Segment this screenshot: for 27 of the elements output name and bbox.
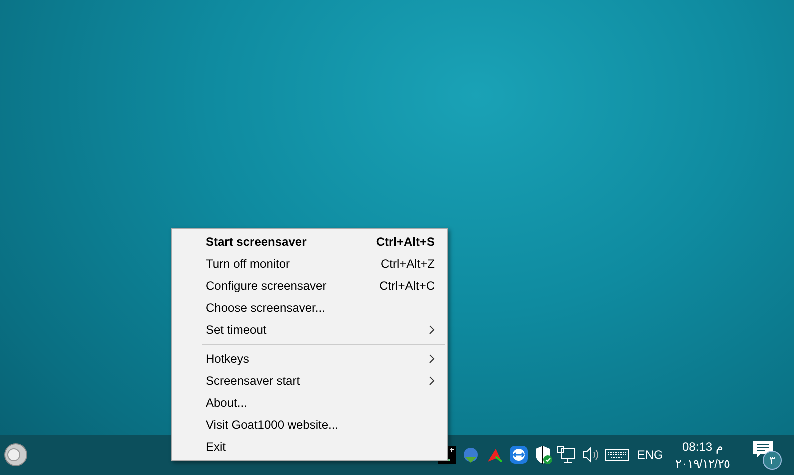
menu-item[interactable]: Hotkeys xyxy=(172,348,447,370)
menu-item[interactable]: Visit Goat1000 website... xyxy=(172,414,447,436)
menu-item-label: Hotkeys xyxy=(206,352,250,366)
shortcut-label: Ctrl+Alt+C xyxy=(380,279,435,293)
menu-item-label: Exit xyxy=(206,440,228,454)
menu-item[interactable]: Turn off monitor Ctrl+Alt+Z xyxy=(172,253,447,275)
menu-item-label: Set timeout xyxy=(206,323,268,337)
menu-item-label: Screensaver start xyxy=(206,374,302,388)
shortcut-label: Ctrl+Alt+Z xyxy=(380,257,435,271)
menu-item-label: Turn off monitor xyxy=(206,257,292,271)
menu-item-label: Configure screensaver xyxy=(206,279,328,293)
menu-item[interactable]: Set timeout xyxy=(172,319,447,341)
notification-count: ٣ xyxy=(763,451,782,470)
language-indicator[interactable]: ENG xyxy=(633,448,668,462)
menu-item[interactable]: Choose screensaver... xyxy=(172,297,447,319)
menu-item[interactable]: Exit xyxy=(172,436,447,458)
clock-time[interactable]: 08:13 م xyxy=(682,440,723,454)
menu-item[interactable]: About... xyxy=(172,392,447,414)
menu-item-label: About... xyxy=(206,396,248,410)
menu-item-label: Visit Goat1000 website... xyxy=(206,418,340,432)
shortcut-label: Ctrl+Alt+S xyxy=(376,235,435,249)
menu-item[interactable]: Screensaver start xyxy=(172,370,447,392)
menu-item[interactable]: Configure screensaver Ctrl+Alt+C xyxy=(172,275,447,297)
clock-date[interactable]: ٢٠١٩/١٢/٢٥ xyxy=(675,456,730,470)
menu-item[interactable]: Start screensaver Ctrl+Alt+S xyxy=(172,231,447,253)
menu-item-label: Choose screensaver... xyxy=(206,301,326,315)
menu-item-label: Start screensaver xyxy=(206,235,308,249)
